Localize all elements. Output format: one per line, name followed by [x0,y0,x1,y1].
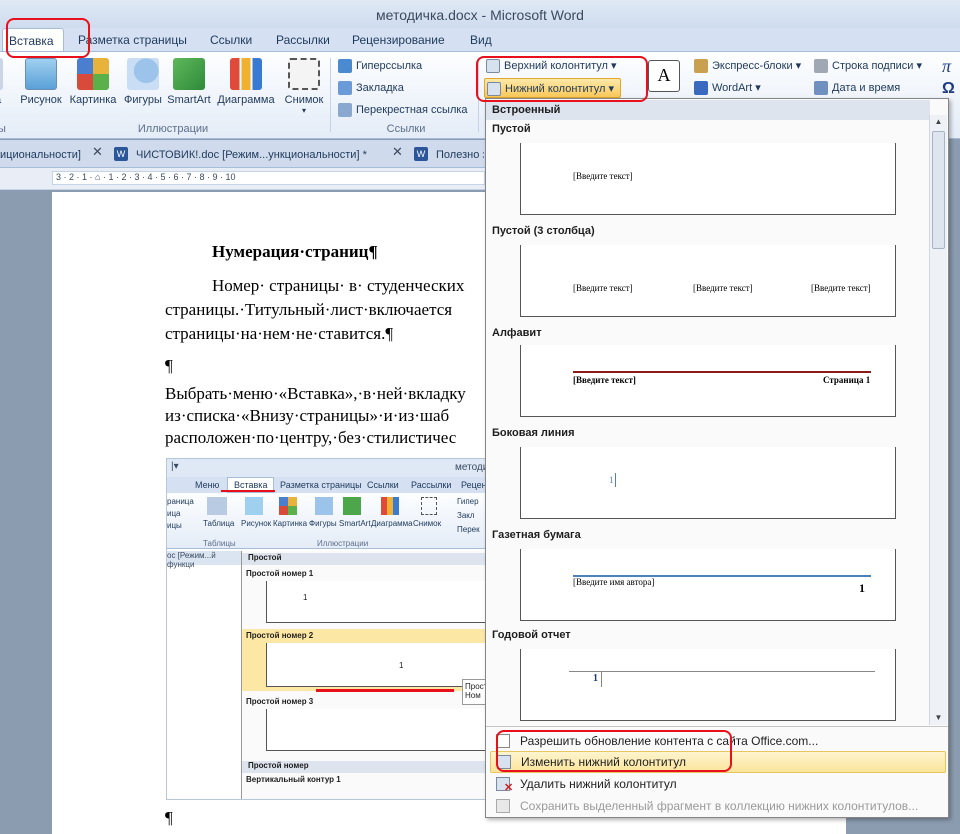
gallery-item-annual-report[interactable]: 1 [520,649,896,721]
gallery-item-sideline[interactable]: 1 [520,447,896,519]
window-title: методичка.docx - Microsoft Word [376,7,584,23]
tab-page-layout[interactable]: Разметка страницы [72,28,193,52]
scroll-thumb[interactable] [932,131,945,249]
picture-button[interactable]: Рисунок [18,58,64,106]
scroll-down-icon[interactable]: ▼ [932,711,945,725]
cross-reference-button[interactable]: Перекрестная ссылка [336,100,468,120]
close-icon[interactable]: ✕ [392,144,403,160]
gallery-section-header: Встроенный [486,100,930,120]
smartart-icon [173,58,205,90]
shapes-button[interactable]: Фигуры [122,58,164,106]
paragraph-mark: ¶ [165,808,173,827]
gallery-item-title: Годовой отчет [492,629,571,641]
wordart-button[interactable]: WordArt ▾ [692,78,761,98]
screenshot-button[interactable]: Снимок ▾ [280,58,328,115]
menu-item-save-selection[interactable]: Сохранить выделенный фрагмент в коллекци… [490,796,946,818]
gallery-item-title: Боковая линия [492,427,575,439]
document-tabs: ициональности] ✕ W ЧИСТОВИК!.doc [Режим.… [0,140,485,168]
paragraph-line: расположен·по·центру,·без·стилистичес [165,428,457,447]
signature-icon [814,59,828,73]
gallery-item-newsprint[interactable]: [Введите имя автора] 1 [520,549,896,621]
paragraph-line: Выбрать·меню·«Вставка»,·в·ней·вкладку [165,384,466,403]
hyperlink-icon [338,59,352,73]
group-separator [330,58,331,132]
screenshot-icon [288,58,320,90]
annotation-circle-insert-tab [6,18,90,58]
clipart-icon [77,58,109,90]
textbox-button[interactable]: A [648,60,680,96]
tab-review[interactable]: Рецензирование [346,28,451,52]
doc-tab-2[interactable]: ЧИСТОВИК!.doc [Режим...ункциональности] … [136,144,384,166]
equation-icon[interactable]: π [942,56,951,77]
word-doc-icon: W [414,147,428,161]
ruler-scale: 3 · 2 · 1 · ⌂ · 1 · 2 · 3 · 4 · 5 · 6 · … [56,172,236,182]
calendar-icon [814,81,828,95]
embedded-titlebar: |▾ методи [167,459,485,477]
annotation-underline [316,689,454,692]
paragraph-mark: ¶ [165,356,173,375]
gallery-scrollbar[interactable]: ▲ ▼ [929,115,947,725]
embedded-doc-tab: ос [Режим...й функци [167,551,243,569]
close-icon[interactable]: ✕ [92,144,103,160]
picture-icon [25,58,57,90]
tab-view[interactable]: Вид [464,28,498,52]
paragraph-line: страницы.·Титульный·лист·включается [165,300,453,319]
clipart-button[interactable]: Картинка [68,58,118,106]
bookmark-icon [338,81,352,95]
tab-references[interactable]: Ссылки [204,28,258,52]
embedded-gallery: Простой Простой номер 1 1 Простой номер … [241,551,485,799]
doc-tab-3[interactable]: Полезно з [436,144,484,166]
symbol-icon[interactable]: Ω [942,80,955,98]
annotation-circle-edit-footer [496,730,732,772]
paragraph-line: страницы·на·нем·не·ставится.¶ [165,324,394,343]
delete-x-icon: ✕ [504,782,514,794]
embedded-screenshot: |▾ методи Меню Вставка Разметка страницы … [166,458,486,800]
menu-item-remove-footer[interactable]: ✕ Удалить нижний колонтитул [490,774,946,796]
ribbon-edge: а [0,58,6,106]
menu-separator [486,726,948,727]
gallery-item-blank[interactable]: [Введите текст] [520,143,896,215]
doc-tab-1[interactable]: ициональности] [0,144,88,166]
gallery-item-alphabet[interactable]: [Введите текст] Страница 1 [520,345,896,417]
annotation-underline [221,490,275,492]
signature-line-button[interactable]: Строка подписи ▾ [812,56,922,76]
textbox-icon: A [648,60,680,92]
smartart-button[interactable]: SmartArt [166,58,212,106]
gallery-item-title: Пустой (3 столбца) [492,225,595,237]
title-bar: методичка.docx - Microsoft Word [0,0,960,28]
save-gallery-icon [496,799,510,813]
cross-reference-icon [338,103,352,117]
word-doc-icon: W [114,147,128,161]
tab-mailings[interactable]: Рассылки [270,28,336,52]
horizontal-ruler[interactable]: 3 · 2 · 1 · ⌂ · 1 · 2 · 3 · 4 · 5 · 6 · … [0,168,485,190]
quick-parts-icon [694,59,708,73]
annotation-circle-footer [476,56,648,102]
gallery-item-title: Газетная бумага [492,529,581,541]
group-label-illustrations: Иллюстрации [137,123,209,135]
embedded-tabs: Меню Вставка Разметка страницы Ссылки Ра… [167,477,485,493]
scroll-up-icon[interactable]: ▲ [932,115,945,129]
group-label-links: Ссылки [386,123,426,135]
paragraph-line: из·списка·«Внизу·страницы»·и·из·шаб [165,406,450,425]
shapes-icon [127,58,159,90]
chart-icon [230,58,262,90]
wordart-icon [694,81,708,95]
paragraph-line: Номер· страницы· в· студенческих [212,276,465,295]
gallery-item-title: Пустой [492,123,531,135]
bookmark-button[interactable]: Закладка [336,78,404,98]
page-heading: Нумерация·страниц¶ [212,242,378,261]
gallery-item-title: Алфавит [492,327,542,339]
ribbon-tabs: Вставка Разметка страницы Ссылки Рассылк… [0,28,960,52]
embedded-ribbon: раница ица ицы Таблица Рисунок Картинка … [167,493,485,549]
quick-parts-button[interactable]: Экспресс-блоки ▾ [692,56,801,76]
footer-dropdown: Встроенный Пустой [Введите текст] Пустой… [485,98,949,818]
hyperlink-button[interactable]: Гиперссылка [336,56,422,76]
gallery-item-blank-3col[interactable]: [Введите текст] [Введите текст] [Введите… [520,245,896,317]
chart-button[interactable]: Диаграмма [214,58,278,106]
group-label-edge: ы [0,123,6,135]
date-time-button[interactable]: Дата и время [812,78,900,98]
